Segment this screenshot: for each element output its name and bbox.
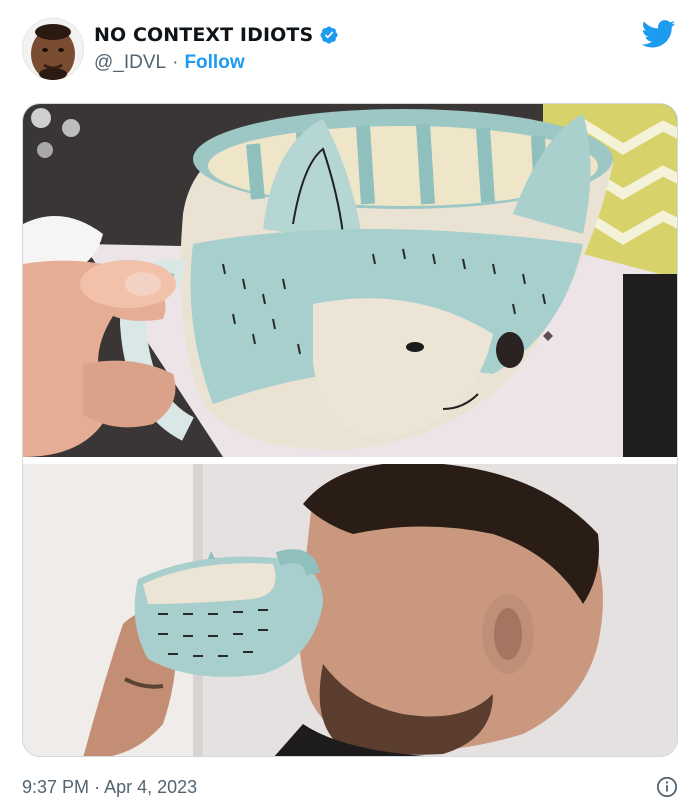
- tweet-header: NO CONTEXT IDIOTS @_IDVL · Follow: [22, 16, 678, 82]
- display-name[interactable]: NO CONTEXT IDIOTS: [94, 24, 313, 46]
- tweet-footer: 9:37 PM · Apr 4, 2023: [22, 772, 678, 802]
- tweet-media[interactable]: [22, 103, 678, 757]
- tweet-date: Apr 4, 2023: [104, 776, 198, 797]
- tweet-card: NO CONTEXT IDIOTS @_IDVL · Follow 9:37 P…: [0, 0, 700, 808]
- separator-dot: ·: [172, 52, 179, 73]
- man-drinking-photo[interactable]: [23, 464, 677, 756]
- mug-closeup-photo[interactable]: [23, 104, 677, 457]
- follow-button[interactable]: Follow: [184, 52, 244, 74]
- author-info: NO CONTEXT IDIOTS @_IDVL · Follow: [94, 24, 339, 74]
- timestamp[interactable]: 9:37 PM · Apr 4, 2023: [22, 777, 197, 798]
- avatar[interactable]: [22, 18, 84, 80]
- timestamp-separator: ·: [94, 776, 101, 797]
- info-icon[interactable]: [656, 776, 678, 798]
- name-row: NO CONTEXT IDIOTS: [94, 24, 339, 46]
- handle[interactable]: @_IDVL: [94, 52, 166, 74]
- tweet-time: 9:37 PM: [22, 776, 90, 797]
- verified-badge-icon: [320, 26, 338, 44]
- twitter-bird-icon[interactable]: [642, 20, 676, 48]
- handle-row: @_IDVL · Follow: [94, 52, 339, 74]
- media-divider: [23, 457, 677, 464]
